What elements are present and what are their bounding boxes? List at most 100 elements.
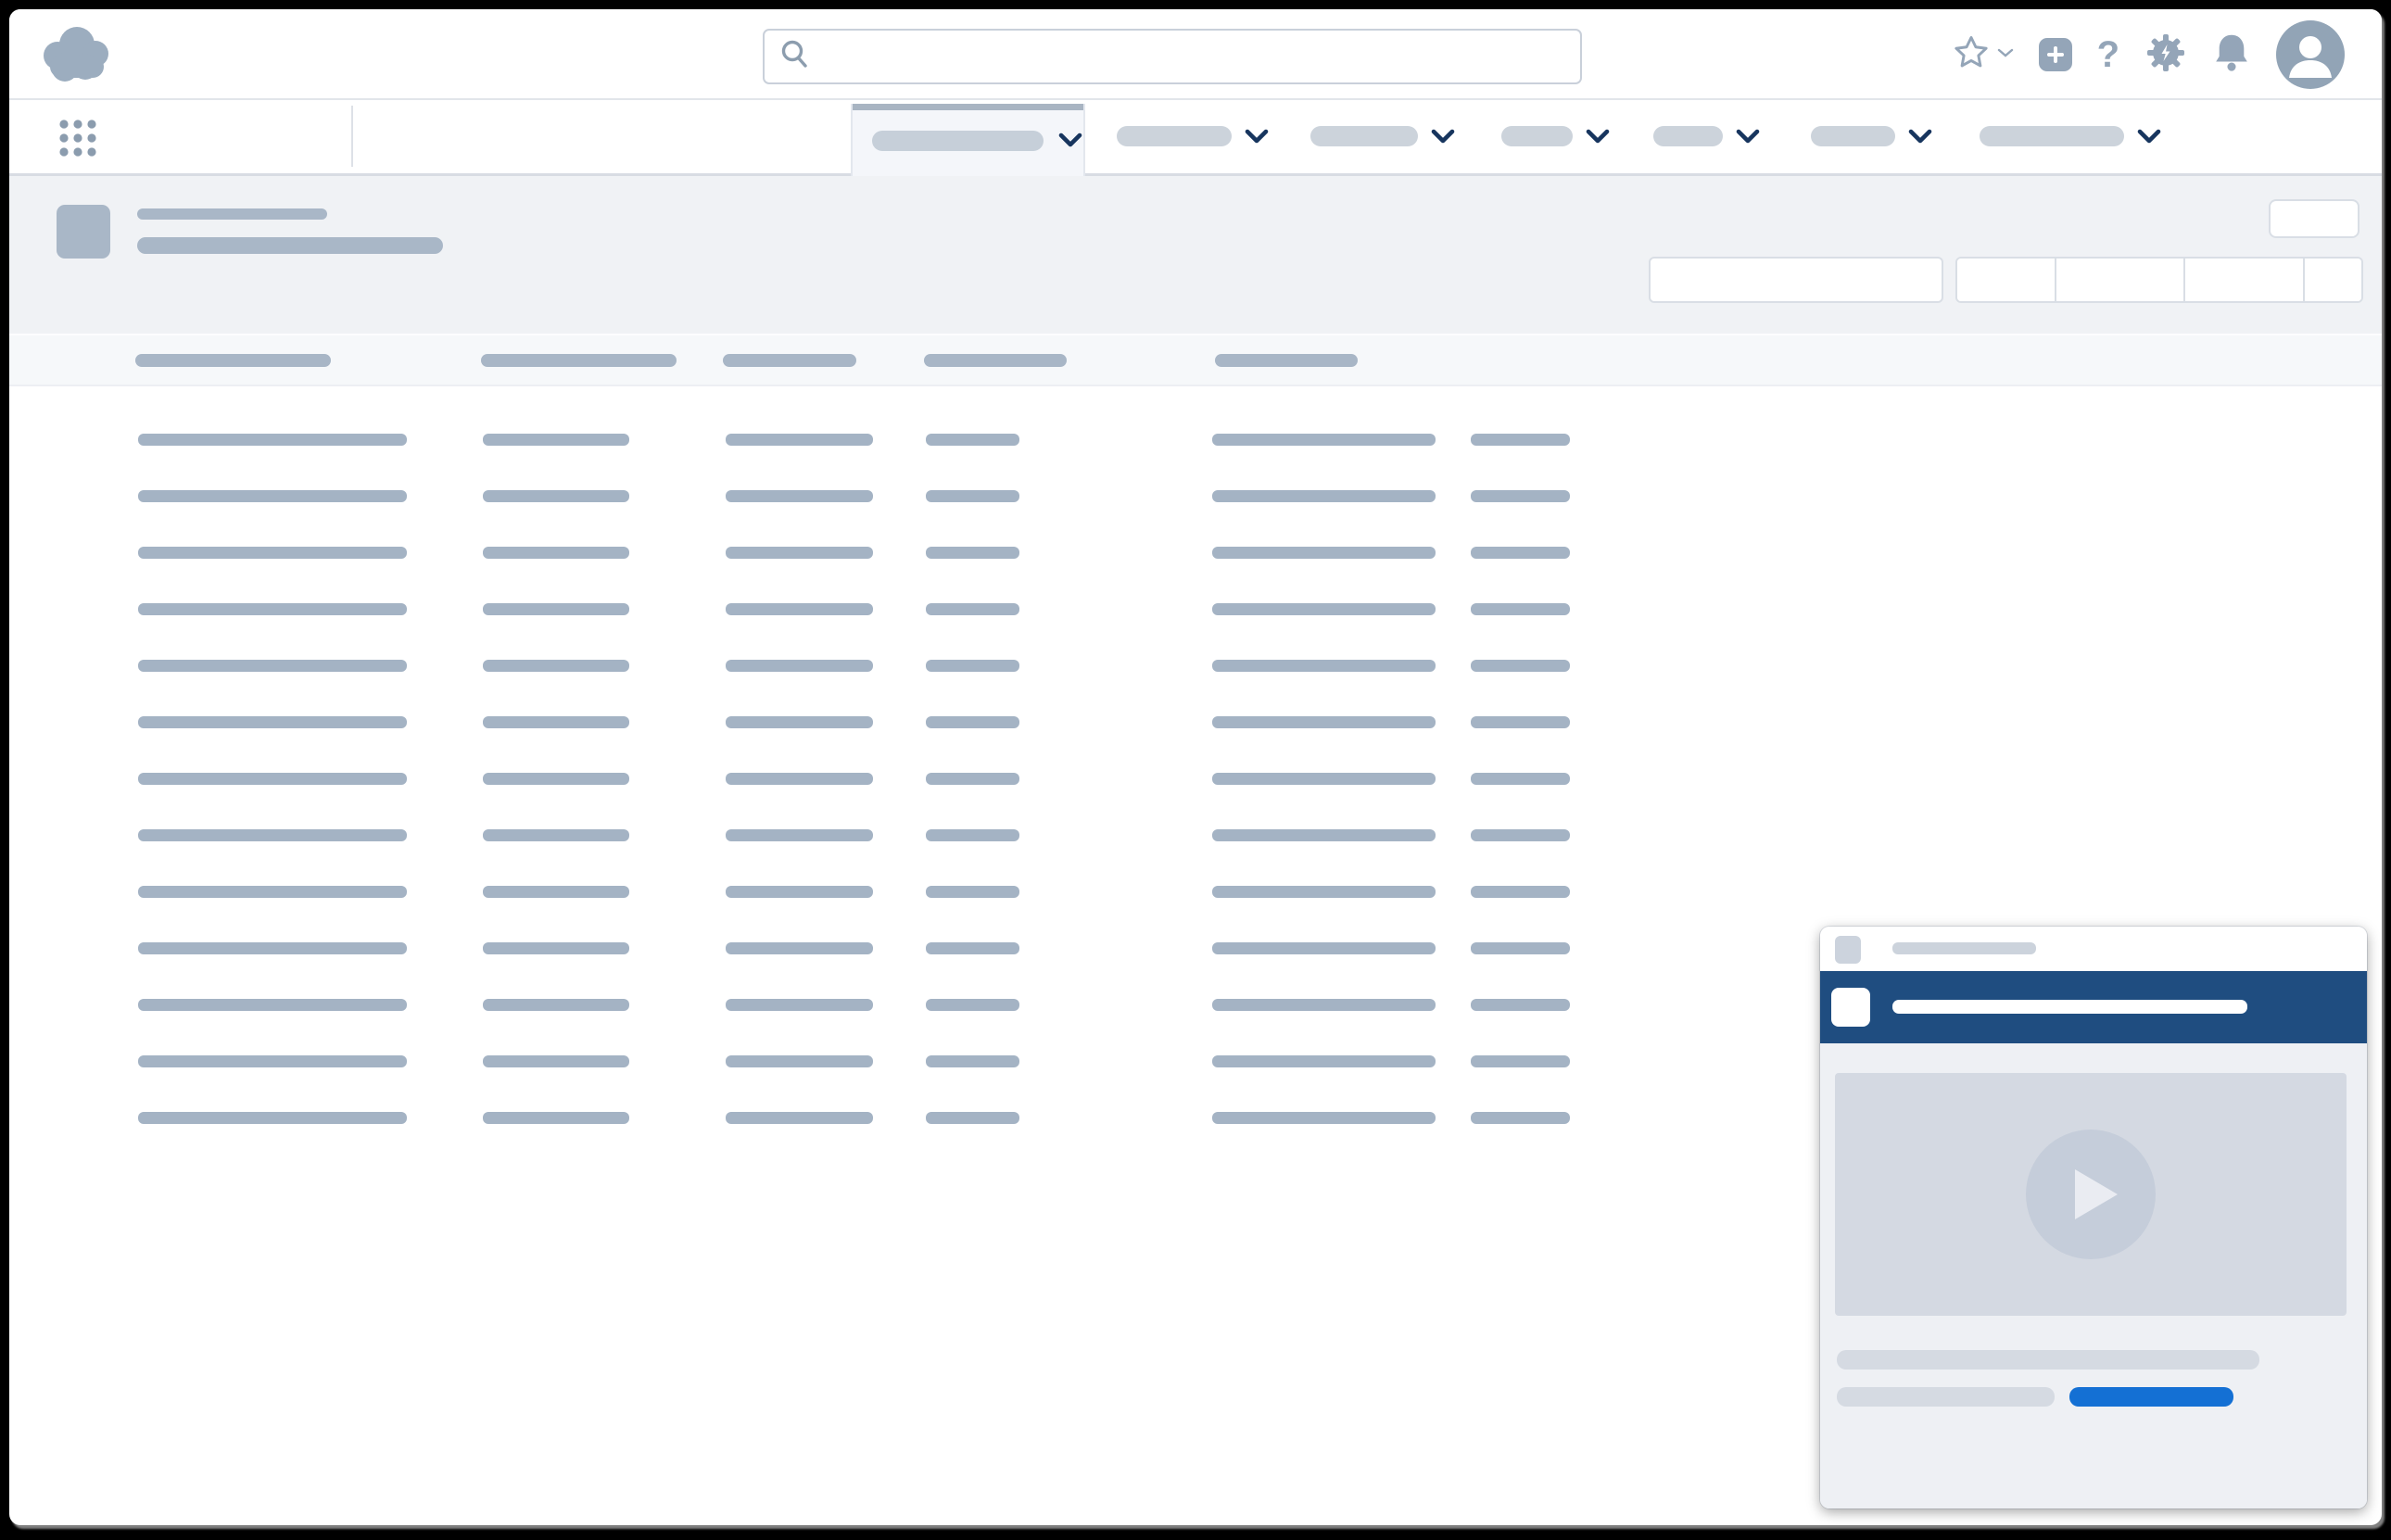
cell-placeholder (726, 490, 873, 502)
cell-placeholder (926, 829, 1019, 841)
table-row[interactable] (9, 524, 2382, 581)
cell-placeholder (1212, 603, 1436, 615)
cell-placeholder (138, 603, 407, 615)
popup-header-title-placeholder (1892, 1000, 2247, 1014)
nav-bar (9, 100, 2382, 176)
popup-title-placeholder (1892, 942, 2036, 954)
mini-app-icon (1835, 936, 1861, 964)
cell-placeholder (726, 716, 873, 728)
chevron-down-icon[interactable] (1997, 46, 2014, 63)
cell-placeholder (926, 490, 1019, 502)
nav-divider (351, 106, 353, 167)
cell-placeholder (1212, 886, 1436, 898)
cell-placeholder (138, 490, 407, 502)
table-row[interactable] (9, 581, 2382, 637)
tab-label-placeholder (1811, 126, 1895, 146)
cell-placeholder (138, 942, 407, 954)
table-row[interactable] (9, 864, 2382, 920)
cell-placeholder (726, 434, 873, 446)
cell-placeholder (483, 1112, 629, 1124)
cell-placeholder (726, 999, 873, 1011)
video-player-placeholder[interactable] (1835, 1073, 2347, 1316)
column-header-placeholder[interactable] (924, 354, 1067, 367)
column-header-placeholder[interactable] (481, 354, 677, 367)
cell-placeholder (1212, 942, 1436, 954)
cell-placeholder (483, 829, 629, 841)
cell-placeholder (483, 999, 629, 1011)
cell-placeholder (1471, 1112, 1570, 1124)
add-plus-icon[interactable] (2039, 38, 2072, 71)
nav-tab-dropdown[interactable] (1501, 118, 1610, 155)
cell-placeholder (1471, 660, 1570, 672)
table-row[interactable] (9, 411, 2382, 468)
cell-placeholder (1471, 1055, 1570, 1067)
nav-tab-dropdown[interactable] (1980, 118, 2161, 155)
column-header-placeholder[interactable] (135, 354, 331, 367)
nav-tab-dropdown[interactable] (1117, 118, 1269, 155)
cell-placeholder (726, 886, 873, 898)
cell-placeholder (726, 773, 873, 785)
table-row[interactable] (9, 751, 2382, 807)
toolbar-button[interactable] (1957, 259, 2056, 301)
cell-placeholder (483, 886, 629, 898)
toolbar-button[interactable] (2056, 259, 2185, 301)
toolbar-button[interactable] (2185, 259, 2305, 301)
setup-gear-icon[interactable] (2144, 32, 2187, 79)
list-search-input[interactable] (1649, 257, 1943, 303)
column-header-placeholder[interactable] (723, 354, 856, 367)
cell-placeholder (1471, 490, 1570, 502)
cell-placeholder (483, 1055, 629, 1067)
toolbar-button[interactable] (2305, 259, 2361, 301)
tab-label-placeholder (872, 131, 1044, 151)
play-icon (2075, 1169, 2118, 1219)
cell-placeholder (926, 773, 1019, 785)
cell-placeholder (1471, 999, 1570, 1011)
tab-label-placeholder (1310, 126, 1418, 146)
walkthrough-popup (1820, 927, 2367, 1508)
favorites-control[interactable] (1951, 32, 2014, 78)
table-row[interactable] (9, 807, 2382, 864)
popup-primary-action-button[interactable] (2069, 1387, 2233, 1407)
cell-placeholder (926, 547, 1019, 559)
cell-placeholder (138, 1112, 407, 1124)
play-button[interactable] (2026, 1130, 2156, 1259)
tab-label-placeholder (1117, 126, 1232, 146)
global-search-input[interactable] (763, 29, 1582, 84)
column-header-placeholder[interactable] (1215, 354, 1358, 367)
cloud-logo-icon (37, 24, 117, 90)
user-avatar[interactable] (2276, 20, 2345, 89)
app-launcher-waffle-icon[interactable] (57, 118, 98, 163)
nav-tab-dropdown[interactable] (1811, 118, 1932, 155)
chevron-down-icon (1431, 129, 1455, 145)
cell-placeholder (1471, 547, 1570, 559)
cell-placeholder (1471, 829, 1570, 841)
cell-placeholder (483, 942, 629, 954)
cell-placeholder (726, 660, 873, 672)
chevron-down-icon[interactable] (1058, 133, 1082, 153)
table-row[interactable] (9, 637, 2382, 694)
cell-placeholder (483, 490, 629, 502)
cell-placeholder (1471, 716, 1570, 728)
notifications-bell-icon[interactable] (2212, 32, 2251, 79)
cell-placeholder (926, 1112, 1019, 1124)
table-row[interactable] (9, 694, 2382, 751)
cell-placeholder (1212, 1112, 1436, 1124)
tab-label-placeholder (1980, 126, 2124, 146)
popup-body (1820, 1043, 2367, 1508)
nav-tab-active[interactable] (851, 104, 1085, 176)
table-row[interactable] (9, 468, 2382, 524)
list-toolbar-button-group (1955, 257, 2363, 303)
star-favorites-icon[interactable] (1951, 32, 1992, 78)
help-question-icon[interactable]: ? (2097, 36, 2119, 73)
cell-placeholder (138, 1055, 407, 1067)
nav-tab-dropdown[interactable] (1310, 118, 1455, 155)
cell-placeholder (926, 660, 1019, 672)
cell-placeholder (1212, 1055, 1436, 1067)
nav-tab-dropdown[interactable] (1653, 118, 1760, 155)
popup-navy-header (1820, 971, 2367, 1043)
cell-placeholder (926, 886, 1019, 898)
header-action-button[interactable] (2269, 199, 2359, 238)
popup-topbar (1820, 927, 2367, 971)
cell-placeholder (926, 434, 1019, 446)
cell-placeholder (1212, 773, 1436, 785)
